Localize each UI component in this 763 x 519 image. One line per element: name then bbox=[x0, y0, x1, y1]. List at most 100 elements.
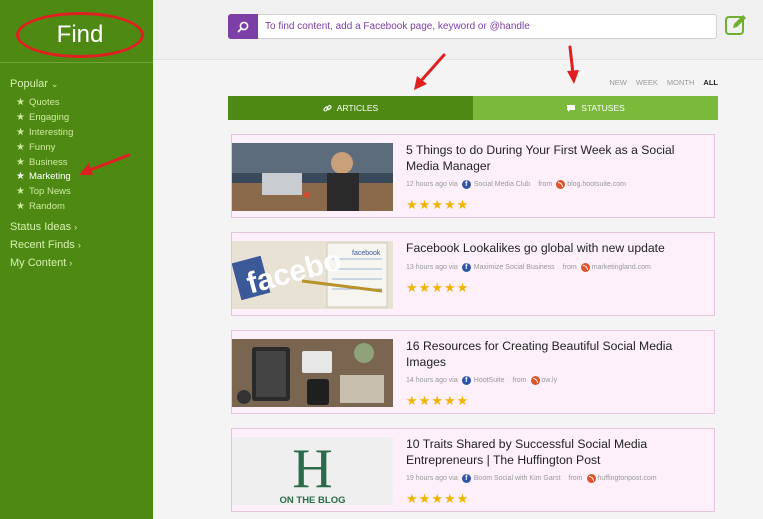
facebook-icon: f bbox=[461, 180, 471, 189]
divider bbox=[0, 62, 153, 63]
star-icon: ★ bbox=[456, 280, 469, 295]
article-title[interactable]: 16 Resources for Creating Beautiful Soci… bbox=[406, 338, 711, 370]
sidebar-item-top-news[interactable]: ★ Top News bbox=[16, 184, 73, 199]
search-bar bbox=[228, 14, 717, 39]
article-meta: 12 hours ago via f Social Media Club fro… bbox=[406, 180, 626, 189]
star-icon: ★ bbox=[406, 280, 418, 295]
rating-stars[interactable]: ★ ★ ★ ★ ★ bbox=[406, 198, 468, 211]
chevron-right-icon: › bbox=[69, 258, 73, 268]
article-page[interactable]: Social Media Club bbox=[474, 181, 530, 188]
rating-stars[interactable]: ★ ★ ★ ★ ★ bbox=[406, 492, 468, 505]
star-icon: ★ bbox=[16, 171, 25, 183]
sidebar-item-label: Top News bbox=[29, 186, 71, 198]
filter-new[interactable]: NEW bbox=[609, 78, 627, 87]
star-icon: ★ bbox=[431, 197, 443, 212]
popular-submenu: ★ Quotes ★ Engaging ★ Interesting ★ Funny ★ B… bbox=[16, 95, 73, 214]
star-icon: ★ bbox=[418, 393, 431, 408]
from-label: from bbox=[512, 377, 527, 384]
facebook-icon: f bbox=[461, 376, 471, 385]
star-icon: ★ bbox=[443, 197, 456, 212]
article-title[interactable]: Facebook Lookalikes go global with new u… bbox=[406, 240, 711, 256]
article-card[interactable]: facebo facebook Facebook Lookalikes go g… bbox=[231, 232, 715, 316]
article-page[interactable]: Maximize Social Business bbox=[474, 264, 555, 271]
rss-icon bbox=[580, 263, 590, 272]
star-icon: ★ bbox=[406, 393, 418, 408]
rating-stars[interactable]: ★ ★ ★ ★ ★ bbox=[406, 281, 468, 294]
sidebar: Find Popular ⌄ ★ Quotes ★ Engaging ★ Interes… bbox=[0, 0, 153, 519]
sidebar-item-label: Random bbox=[29, 201, 65, 213]
article-card[interactable]: H ON THE BLOG 10 Traits Shared by Succes… bbox=[231, 428, 715, 512]
article-page[interactable]: Boom Social with Kim Garst bbox=[474, 475, 561, 482]
star-icon: ★ bbox=[418, 280, 431, 295]
sidebar-item-label: Interesting bbox=[29, 126, 74, 138]
tab-statuses[interactable]: STATUSES bbox=[473, 96, 718, 120]
article-time: 14 hours ago via bbox=[406, 377, 458, 384]
sidebar-item-quotes[interactable]: ★ Quotes bbox=[16, 95, 73, 110]
compose-button[interactable] bbox=[724, 13, 748, 37]
filter-all[interactable]: ALL bbox=[703, 78, 718, 87]
article-meta: 19 hours ago via f Boom Social with Kim … bbox=[406, 474, 657, 483]
rss-icon bbox=[586, 474, 596, 483]
tab-label: STATUSES bbox=[581, 103, 625, 113]
star-icon: ★ bbox=[16, 201, 25, 213]
star-icon: ★ bbox=[16, 186, 25, 198]
sidebar-item-label: Business bbox=[29, 156, 68, 168]
star-icon: ★ bbox=[456, 197, 469, 212]
nav-popular[interactable]: Popular ⌄ bbox=[10, 78, 58, 90]
tab-articles[interactable]: ARTICLES bbox=[228, 96, 473, 120]
sidebar-item-random[interactable]: ★ Random bbox=[16, 199, 73, 214]
article-thumbnail: facebo facebook bbox=[232, 241, 393, 309]
article-source[interactable]: huffingtonpost.com bbox=[598, 475, 657, 482]
star-icon: ★ bbox=[406, 491, 418, 506]
facebook-icon: f bbox=[461, 474, 471, 483]
rss-icon bbox=[556, 180, 566, 189]
star-icon: ★ bbox=[431, 491, 443, 506]
article-card[interactable]: 5 Things to do During Your First Week as… bbox=[231, 134, 715, 218]
article-title[interactable]: 5 Things to do During Your First Week as… bbox=[406, 142, 711, 174]
sidebar-item-interesting[interactable]: ★ Interesting bbox=[16, 125, 73, 140]
star-icon: ★ bbox=[431, 280, 443, 295]
speech-bubble-icon bbox=[567, 104, 576, 112]
star-icon: ★ bbox=[431, 393, 443, 408]
filter-month[interactable]: MONTH bbox=[667, 78, 695, 87]
star-icon: ★ bbox=[418, 197, 431, 212]
article-page[interactable]: HootSuite bbox=[474, 377, 505, 384]
star-icon: ★ bbox=[16, 111, 25, 123]
article-card[interactable]: 16 Resources for Creating Beautiful Soci… bbox=[231, 330, 715, 414]
rss-icon bbox=[530, 376, 540, 385]
sidebar-item-marketing[interactable]: ★ Marketing bbox=[16, 169, 73, 184]
nav-label: Status Ideas bbox=[10, 221, 72, 233]
article-source[interactable]: blog.hootsuite.com bbox=[567, 181, 626, 188]
find-header: Find bbox=[16, 12, 144, 58]
star-icon: ★ bbox=[16, 126, 25, 138]
sidebar-item-business[interactable]: ★ Business bbox=[16, 155, 73, 170]
nav-popular-label: Popular bbox=[10, 78, 48, 90]
star-icon: ★ bbox=[16, 156, 25, 168]
filter-week[interactable]: WEEK bbox=[636, 78, 658, 87]
sidebar-item-label: Engaging bbox=[29, 111, 70, 123]
star-icon: ★ bbox=[443, 393, 456, 408]
article-title[interactable]: 10 Traits Shared by Successful Social Me… bbox=[406, 436, 711, 468]
search-button[interactable] bbox=[228, 14, 258, 39]
search-input[interactable] bbox=[265, 15, 705, 38]
annotation-circle bbox=[16, 12, 144, 58]
sidebar-item-funny[interactable]: ★ Funny bbox=[16, 140, 73, 155]
nav-my-content[interactable]: My Content › bbox=[10, 257, 72, 269]
tab-label: ARTICLES bbox=[336, 103, 379, 113]
article-thumbnail bbox=[232, 143, 393, 211]
article-meta: 13 hours ago via f Maximize Social Busin… bbox=[406, 263, 651, 272]
nav-status-ideas[interactable]: Status Ideas › bbox=[10, 221, 77, 233]
star-icon: ★ bbox=[16, 96, 25, 108]
rating-stars[interactable]: ★ ★ ★ ★ ★ bbox=[406, 394, 468, 407]
nav-recent-finds[interactable]: Recent Finds › bbox=[10, 239, 81, 251]
article-thumbnail: H ON THE BLOG bbox=[232, 437, 393, 505]
article-source[interactable]: ow.ly bbox=[542, 377, 558, 384]
article-source[interactable]: marketingland.com bbox=[592, 264, 651, 271]
nav-label: Recent Finds bbox=[10, 239, 75, 251]
sidebar-item-engaging[interactable]: ★ Engaging bbox=[16, 110, 73, 125]
link-icon bbox=[323, 104, 332, 111]
star-icon: ★ bbox=[16, 141, 25, 153]
huffpost-caption: ON THE BLOG bbox=[280, 495, 346, 505]
sidebar-item-label: Funny bbox=[29, 141, 56, 153]
content-tabs: ARTICLES STATUSES bbox=[228, 96, 718, 120]
